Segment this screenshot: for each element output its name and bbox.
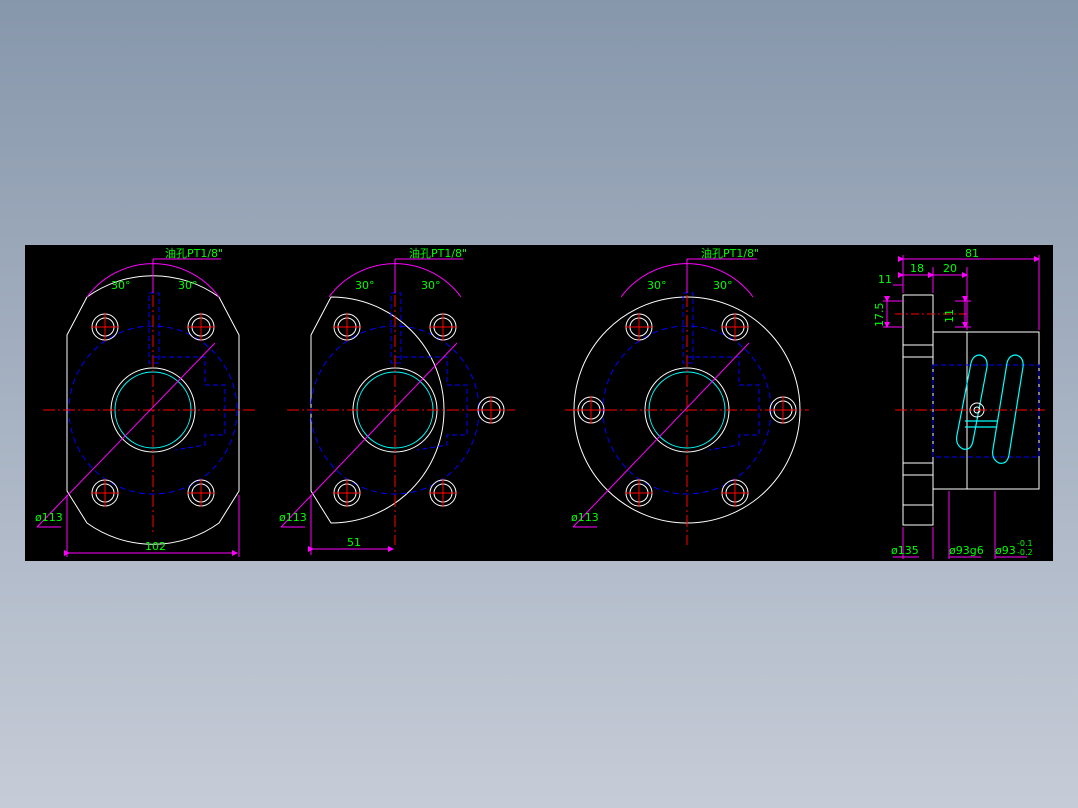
bolt-hole-tr [187,313,215,341]
nut-dia-label: ø93 [995,544,1016,557]
nut-hidden-bore [932,364,1040,458]
oil-hole-channel [148,292,160,364]
view3-labels: 油孔PT1/8" 30° 30° ø113 [571,246,759,524]
oil-hole-label: 油孔PT1/8" [701,246,759,260]
bolt-hole-tr [429,313,457,341]
return-channel [153,356,226,451]
flange-dia-label: ø135 [891,544,919,557]
angle-right-label: 30° [421,279,441,292]
dim-11-vertical-label: 11 [943,309,956,323]
pcd-label: ø113 [35,511,63,524]
bolt-hole-tl [91,313,119,341]
oil-hole-label: 油孔PT1/8" [165,246,223,260]
return-channel [395,356,468,451]
front-view-half-cut [280,258,515,555]
bolt-hole-bl [625,479,653,507]
return-channel [687,356,760,451]
tolerance-upper-label: -0.1 [1017,539,1033,548]
front-view-round [565,258,809,545]
dim-18-label: 18 [910,262,924,275]
pcd-label: ø113 [571,511,599,524]
pcd-leader [572,342,750,528]
dim-11-top-label: 11 [878,273,892,286]
body-dia-label: ø93g6 [949,544,984,557]
bolt-hole-br [187,479,215,507]
width-label: 51 [347,536,361,549]
dim-20-label: 20 [943,262,957,275]
side-view [883,255,1045,559]
front-view-flattened [36,258,257,557]
oil-hole-channel [390,292,402,364]
oil-hole-label: 油孔PT1/8" [409,246,467,260]
bolt-hole-tl [625,313,653,341]
width-label: 102 [145,540,166,553]
angle-right-label: 30° [178,279,198,292]
bolt-hole-tl [333,313,361,341]
bolt-hole-bl [333,479,361,507]
angle-left-label: 30° [111,279,131,292]
total-length-label: 81 [965,247,979,260]
view2-labels: 油孔PT1/8" 30° 30° ø113 51 [279,246,467,549]
pcd-leader [280,342,458,528]
pcd-label: ø113 [279,511,307,524]
side-view-labels: 81 11 18 20 17.5 11 ø135 ø93g6 ø93 -0.1 … [873,247,1033,557]
angle-right-label: 30° [713,279,733,292]
bolt-hole-tr [721,313,749,341]
bolt-hole-br [429,479,457,507]
view1-labels: 油孔PT1/8" 30° 30° ø113 102 [35,246,223,553]
bolt-hole-bl [91,479,119,507]
bolt-hole-br [721,479,749,507]
angle-left-label: 30° [647,279,667,292]
oil-hole-channel [682,292,694,364]
tolerance-lower-label: -0.2 [1017,548,1033,557]
cad-drawing-area[interactable]: 油孔PT1/8" 30° 30° ø113 102 油孔PT1/8" 30° 3… [25,245,1053,561]
dim-17-5-label: 17.5 [873,303,886,328]
pcd-leader [36,342,216,528]
angle-left-label: 30° [355,279,375,292]
ballscrew-nut-drawing: 油孔PT1/8" 30° 30° ø113 102 油孔PT1/8" 30° 3… [35,246,1045,559]
